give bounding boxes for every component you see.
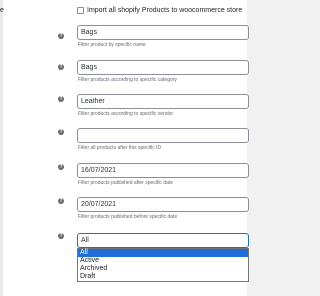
published-after-hint: Filter products published after specific…: [78, 180, 174, 186]
status-option-all[interactable]: All: [78, 249, 248, 257]
product-vendor-input[interactable]: Leather: [77, 94, 249, 109]
product-name-input[interactable]: Bags: [77, 25, 249, 40]
after-id-input[interactable]: [77, 128, 249, 143]
help-icon[interactable]: ?: [58, 233, 64, 239]
help-icon[interactable]: ?: [58, 164, 64, 170]
import-all-checkbox[interactable]: [77, 6, 84, 14]
status-option-archived[interactable]: Archived: [78, 265, 248, 273]
after-id-hint: Filter all products after this specific …: [78, 145, 162, 151]
published-before-hint: Filter products published before specifi…: [78, 214, 178, 220]
product-vendor-hint: Filter products according to specific ve…: [78, 111, 174, 117]
product-category-input[interactable]: Bags: [77, 60, 249, 75]
left-edge: [0, 0, 3, 296]
row-label-fragment: e: [0, 7, 4, 14]
import-all-row: Import all shopify Products to woocommer…: [77, 5, 242, 15]
help-icon[interactable]: ?: [58, 198, 64, 204]
help-icon[interactable]: ?: [58, 129, 64, 135]
product-status-select[interactable]: All: [77, 233, 249, 248]
status-option-draft[interactable]: Draft: [78, 273, 248, 281]
status-option-active[interactable]: Active: [78, 257, 248, 265]
settings-panel: e Import all shopify Products to woocomm…: [0, 0, 249, 296]
product-name-hint: Filter product by specific name: [78, 42, 146, 48]
help-icon[interactable]: ?: [58, 33, 64, 39]
help-icon[interactable]: ?: [58, 64, 64, 70]
import-all-label[interactable]: Import all shopify Products to woocommer…: [87, 7, 242, 14]
published-before-input[interactable]: 20/07/2021: [77, 197, 249, 212]
published-after-input[interactable]: 16/07/2021: [77, 163, 249, 178]
product-category-hint: Filter products according to specific ca…: [78, 77, 177, 83]
help-icon[interactable]: ?: [58, 96, 64, 102]
status-dropdown-list: All Active Archived Draft: [77, 248, 249, 282]
